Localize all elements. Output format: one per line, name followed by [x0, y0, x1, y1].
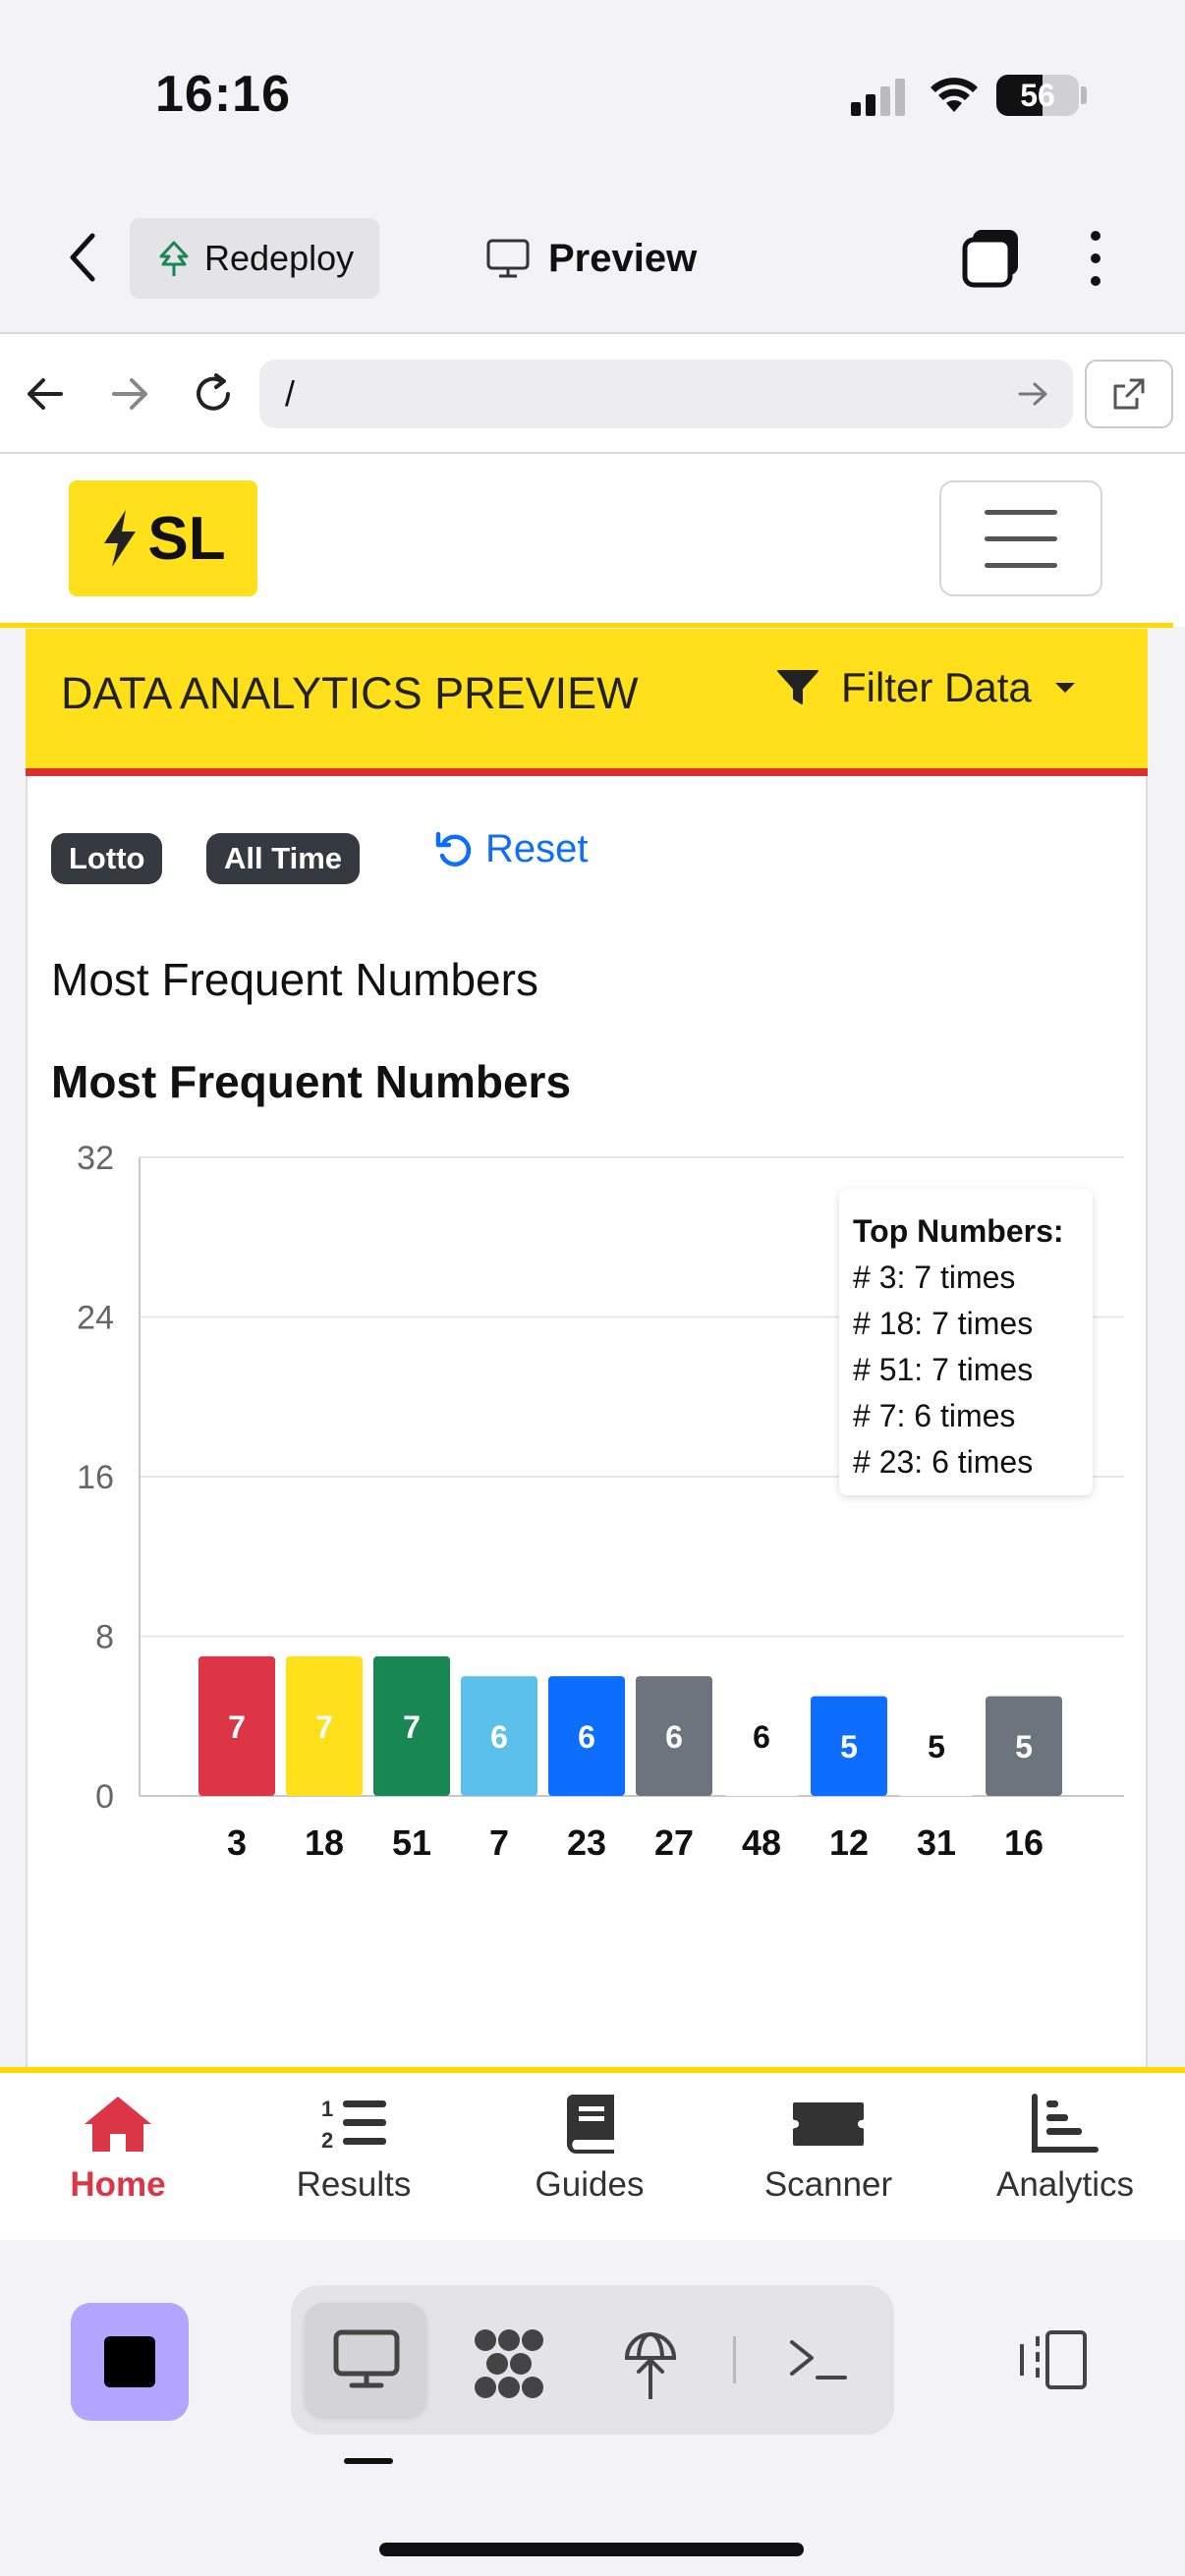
- tabs-switcher-icon[interactable]: [959, 226, 1024, 291]
- svg-text:1: 1: [321, 2097, 333, 2121]
- top-numbers-legend: Top Numbers: # 3: 7 times # 18: 7 times …: [839, 1189, 1093, 1495]
- x-tick-label: 16: [1004, 1822, 1044, 1863]
- tab-scanner-label: Scanner: [763, 2165, 893, 2204]
- legend-line: # 23: 6 times: [853, 1444, 1034, 1480]
- chart-icon: [1032, 2094, 1099, 2153]
- open-external-button[interactable]: [1085, 360, 1173, 428]
- svg-text:2: 2: [321, 2128, 333, 2153]
- logo-text: SL: [147, 504, 226, 573]
- browser-back-icon[interactable]: [24, 373, 67, 415]
- monitor-icon: [486, 239, 530, 278]
- tab-results-label: Results: [296, 2165, 412, 2204]
- reload-icon[interactable]: [189, 369, 238, 419]
- home-indicator: [379, 2543, 804, 2556]
- x-tick-label: 12: [829, 1822, 869, 1863]
- x-tick-label: 51: [392, 1822, 431, 1863]
- book-icon: [566, 2095, 614, 2154]
- header-divider: [0, 623, 1173, 628]
- desktop-icon: [333, 2329, 400, 2388]
- bar-value-label: 6: [665, 1719, 683, 1755]
- more-vertical-icon[interactable]: [1081, 226, 1110, 291]
- legend-line: # 7: 6 times: [853, 1398, 1016, 1433]
- tab-guides[interactable]: Guides: [491, 2093, 688, 2205]
- go-arrow-icon[interactable]: [1016, 379, 1051, 409]
- tab-analytics-label: Analytics: [995, 2165, 1135, 2204]
- x-tick-label: 18: [305, 1822, 344, 1863]
- y-tick-label: 8: [95, 1619, 114, 1656]
- active-view-indicator: [344, 2458, 393, 2464]
- list-ol-icon: 1 2: [321, 2097, 386, 2153]
- chart-heading: Most Frequent Numbers: [51, 1056, 572, 1107]
- filter-icon: [777, 670, 818, 704]
- legend-line: # 51: 7 times: [853, 1352, 1034, 1387]
- battery-indicator: 56: [996, 75, 1079, 116]
- terminal-icon[interactable]: [786, 2332, 849, 2387]
- filter-data-label: Filter Data: [841, 664, 1032, 710]
- ticket-icon: [793, 2102, 864, 2146]
- filter-data-dropdown[interactable]: Filter Data: [776, 664, 1077, 711]
- x-tick-label: 7: [489, 1822, 509, 1863]
- signal-icon: [851, 79, 905, 116]
- battery-cap: [1081, 86, 1087, 104]
- x-tick-label: 23: [567, 1822, 606, 1863]
- toolbar-divider: [733, 2336, 736, 2383]
- preview-tab[interactable]: Preview: [485, 228, 697, 289]
- back-chevron-icon[interactable]: [61, 230, 104, 285]
- tab-results[interactable]: 1 2 Results: [255, 2093, 452, 2205]
- home-icon: [85, 2097, 151, 2152]
- deploy-globe-icon[interactable]: [619, 2324, 682, 2401]
- legend-title: Top Numbers:: [853, 1213, 1064, 1249]
- redeploy-button[interactable]: Redeploy: [130, 218, 379, 299]
- section-subtitle: Most Frequent Numbers: [51, 954, 538, 1005]
- stop-button[interactable]: [71, 2303, 189, 2421]
- bar-value-label: 6: [490, 1719, 508, 1755]
- tab-home-label: Home: [70, 2165, 166, 2204]
- split-pane-icon[interactable]: [1018, 2328, 1089, 2391]
- caret-down-icon: [1054, 683, 1075, 693]
- bar-value-label: 7: [403, 1709, 421, 1745]
- battery-percent: 56: [1020, 78, 1055, 113]
- stop-icon: [104, 2336, 155, 2387]
- status-time: 16:16: [155, 66, 291, 123]
- bar-value-label: 6: [753, 1719, 770, 1755]
- redeploy-label: Redeploy: [204, 238, 355, 278]
- reset-button[interactable]: Reset: [434, 827, 589, 871]
- x-tick-label: 31: [917, 1822, 956, 1863]
- bolt-icon: [104, 510, 137, 567]
- bar-value-label: 5: [928, 1729, 945, 1764]
- bar-value-label: 6: [578, 1719, 595, 1755]
- undo-icon: [435, 831, 472, 867]
- x-tick-label: 48: [742, 1822, 781, 1863]
- y-tick-label: 16: [77, 1459, 114, 1496]
- menu-toggle-button[interactable]: [939, 480, 1102, 596]
- wifi-icon: [931, 78, 978, 112]
- bar-value-label: 5: [840, 1729, 858, 1764]
- badge-period: All Time: [206, 833, 361, 884]
- preview-label: Preview: [548, 236, 698, 280]
- x-tick-label: 3: [227, 1822, 247, 1863]
- tab-scanner[interactable]: Scanner: [730, 2093, 927, 2205]
- legend-line: # 18: 7 times: [853, 1306, 1034, 1341]
- card-title: DATA ANALYTICS PREVIEW: [61, 668, 639, 718]
- bar-value-label: 7: [315, 1709, 333, 1745]
- url-input[interactable]: /: [259, 360, 1073, 428]
- bar-value-label: 5: [1015, 1729, 1033, 1764]
- tab-analytics[interactable]: Analytics: [967, 2093, 1163, 2205]
- badge-game: Lotto: [51, 833, 163, 884]
- external-link-icon: [1113, 378, 1145, 410]
- agent-cluster-icon[interactable]: [472, 2326, 546, 2401]
- y-tick-label: 32: [77, 1140, 114, 1177]
- bar-value-label: 7: [228, 1709, 246, 1745]
- deploy-tree-icon: [159, 241, 189, 276]
- x-tick-label: 27: [654, 1822, 694, 1863]
- y-tick-label: 0: [95, 1778, 114, 1816]
- site-logo[interactable]: SL: [69, 480, 257, 596]
- tab-guides-label: Guides: [535, 2165, 645, 2204]
- reset-label: Reset: [485, 827, 589, 870]
- browser-forward-icon[interactable]: [108, 373, 151, 415]
- legend-line: # 3: 7 times: [853, 1260, 1016, 1295]
- tab-home[interactable]: Home: [20, 2093, 216, 2205]
- y-tick-label: 24: [77, 1300, 114, 1337]
